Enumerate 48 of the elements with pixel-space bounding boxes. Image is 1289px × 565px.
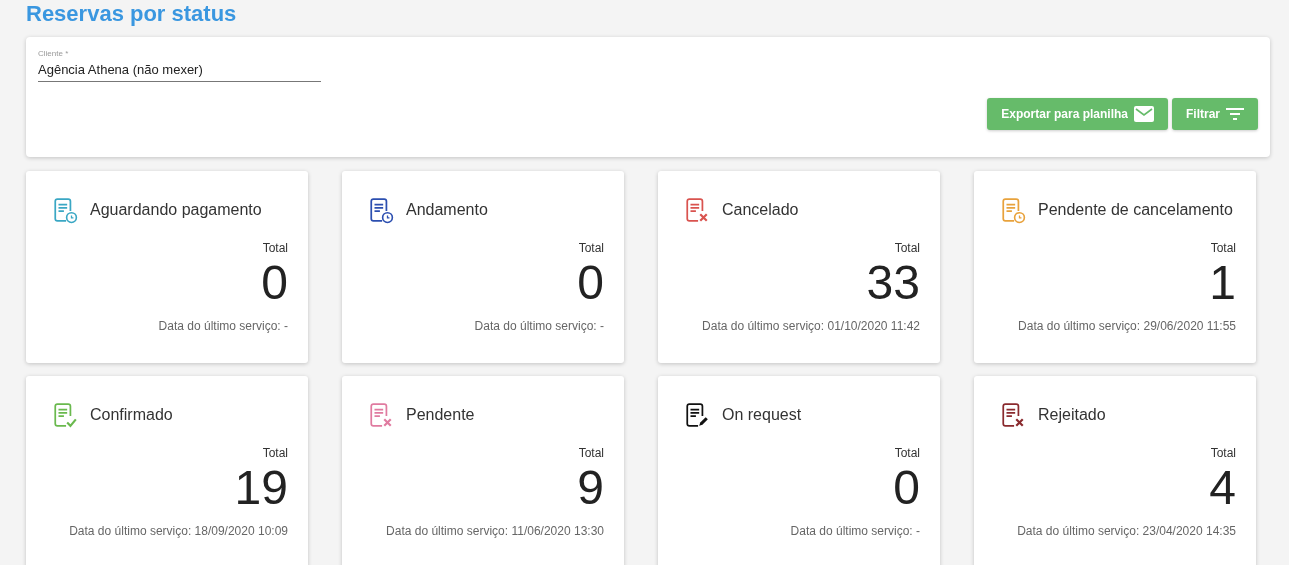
status-name: Aguardando pagamento	[90, 201, 262, 219]
document-pencil-icon	[684, 401, 710, 429]
status-name: On request	[722, 406, 802, 424]
total-label: Total	[262, 446, 288, 460]
total-count: 0	[577, 255, 604, 311]
total-count: 4	[1209, 460, 1236, 516]
document-cross-icon	[1000, 401, 1026, 429]
page-title: Reservas por status	[26, 0, 238, 28]
last-service-date: Data do último serviço: 18/09/2020 10:09	[69, 524, 288, 538]
document-cross-icon	[684, 196, 710, 224]
document-check-icon	[52, 401, 78, 429]
total-count: 0	[893, 460, 920, 516]
total-label: Total	[894, 241, 920, 255]
total-count: 0	[261, 255, 288, 311]
last-service-date: Data do último serviço: -	[790, 524, 920, 538]
mail-icon	[1134, 106, 1154, 122]
field-value: Agência Athena (não mexer)	[38, 62, 204, 77]
total-label: Total	[262, 241, 288, 255]
total-label: Total	[1210, 446, 1236, 460]
document-clock-icon	[1000, 196, 1026, 224]
filter-button[interactable]: Filtrar	[1172, 98, 1258, 130]
total-label: Total	[578, 241, 604, 255]
status-name: Pendente de cancelamento	[1038, 201, 1233, 219]
last-service-date: Data do último serviço: 01/10/2020 11:42	[702, 319, 920, 333]
field-label: Cliente *	[38, 49, 70, 58]
document-clock-icon	[52, 196, 78, 224]
last-service-date: Data do último serviço: 23/04/2020 14:35	[1017, 524, 1236, 538]
total-count: 19	[234, 460, 288, 516]
total-label: Total	[1210, 241, 1236, 255]
document-cross-icon	[368, 401, 394, 429]
total-count: 9	[577, 460, 604, 516]
total-count: 1	[1209, 255, 1236, 311]
status-name: Cancelado	[722, 201, 799, 219]
status-name: Pendente	[406, 406, 475, 424]
last-service-date: Data do último serviço: -	[158, 319, 288, 333]
status-name: Andamento	[406, 201, 488, 219]
document-clock-icon	[368, 196, 394, 224]
status-name: Rejeitado	[1038, 406, 1106, 424]
client-field[interactable]: Cliente * Agência Athena (não mexer)	[38, 49, 321, 82]
total-label: Total	[894, 446, 920, 460]
last-service-date: Data do último serviço: 11/06/2020 13:30	[386, 524, 604, 538]
total-count: 33	[866, 255, 920, 311]
export-button[interactable]: Exportar para planilha	[987, 98, 1168, 130]
status-name: Confirmado	[90, 406, 173, 424]
filter-icon	[1226, 108, 1244, 120]
total-label: Total	[578, 446, 604, 460]
last-service-date: Data do último serviço: -	[474, 319, 604, 333]
last-service-date: Data do último serviço: 29/06/2020 11:55	[1018, 319, 1236, 333]
